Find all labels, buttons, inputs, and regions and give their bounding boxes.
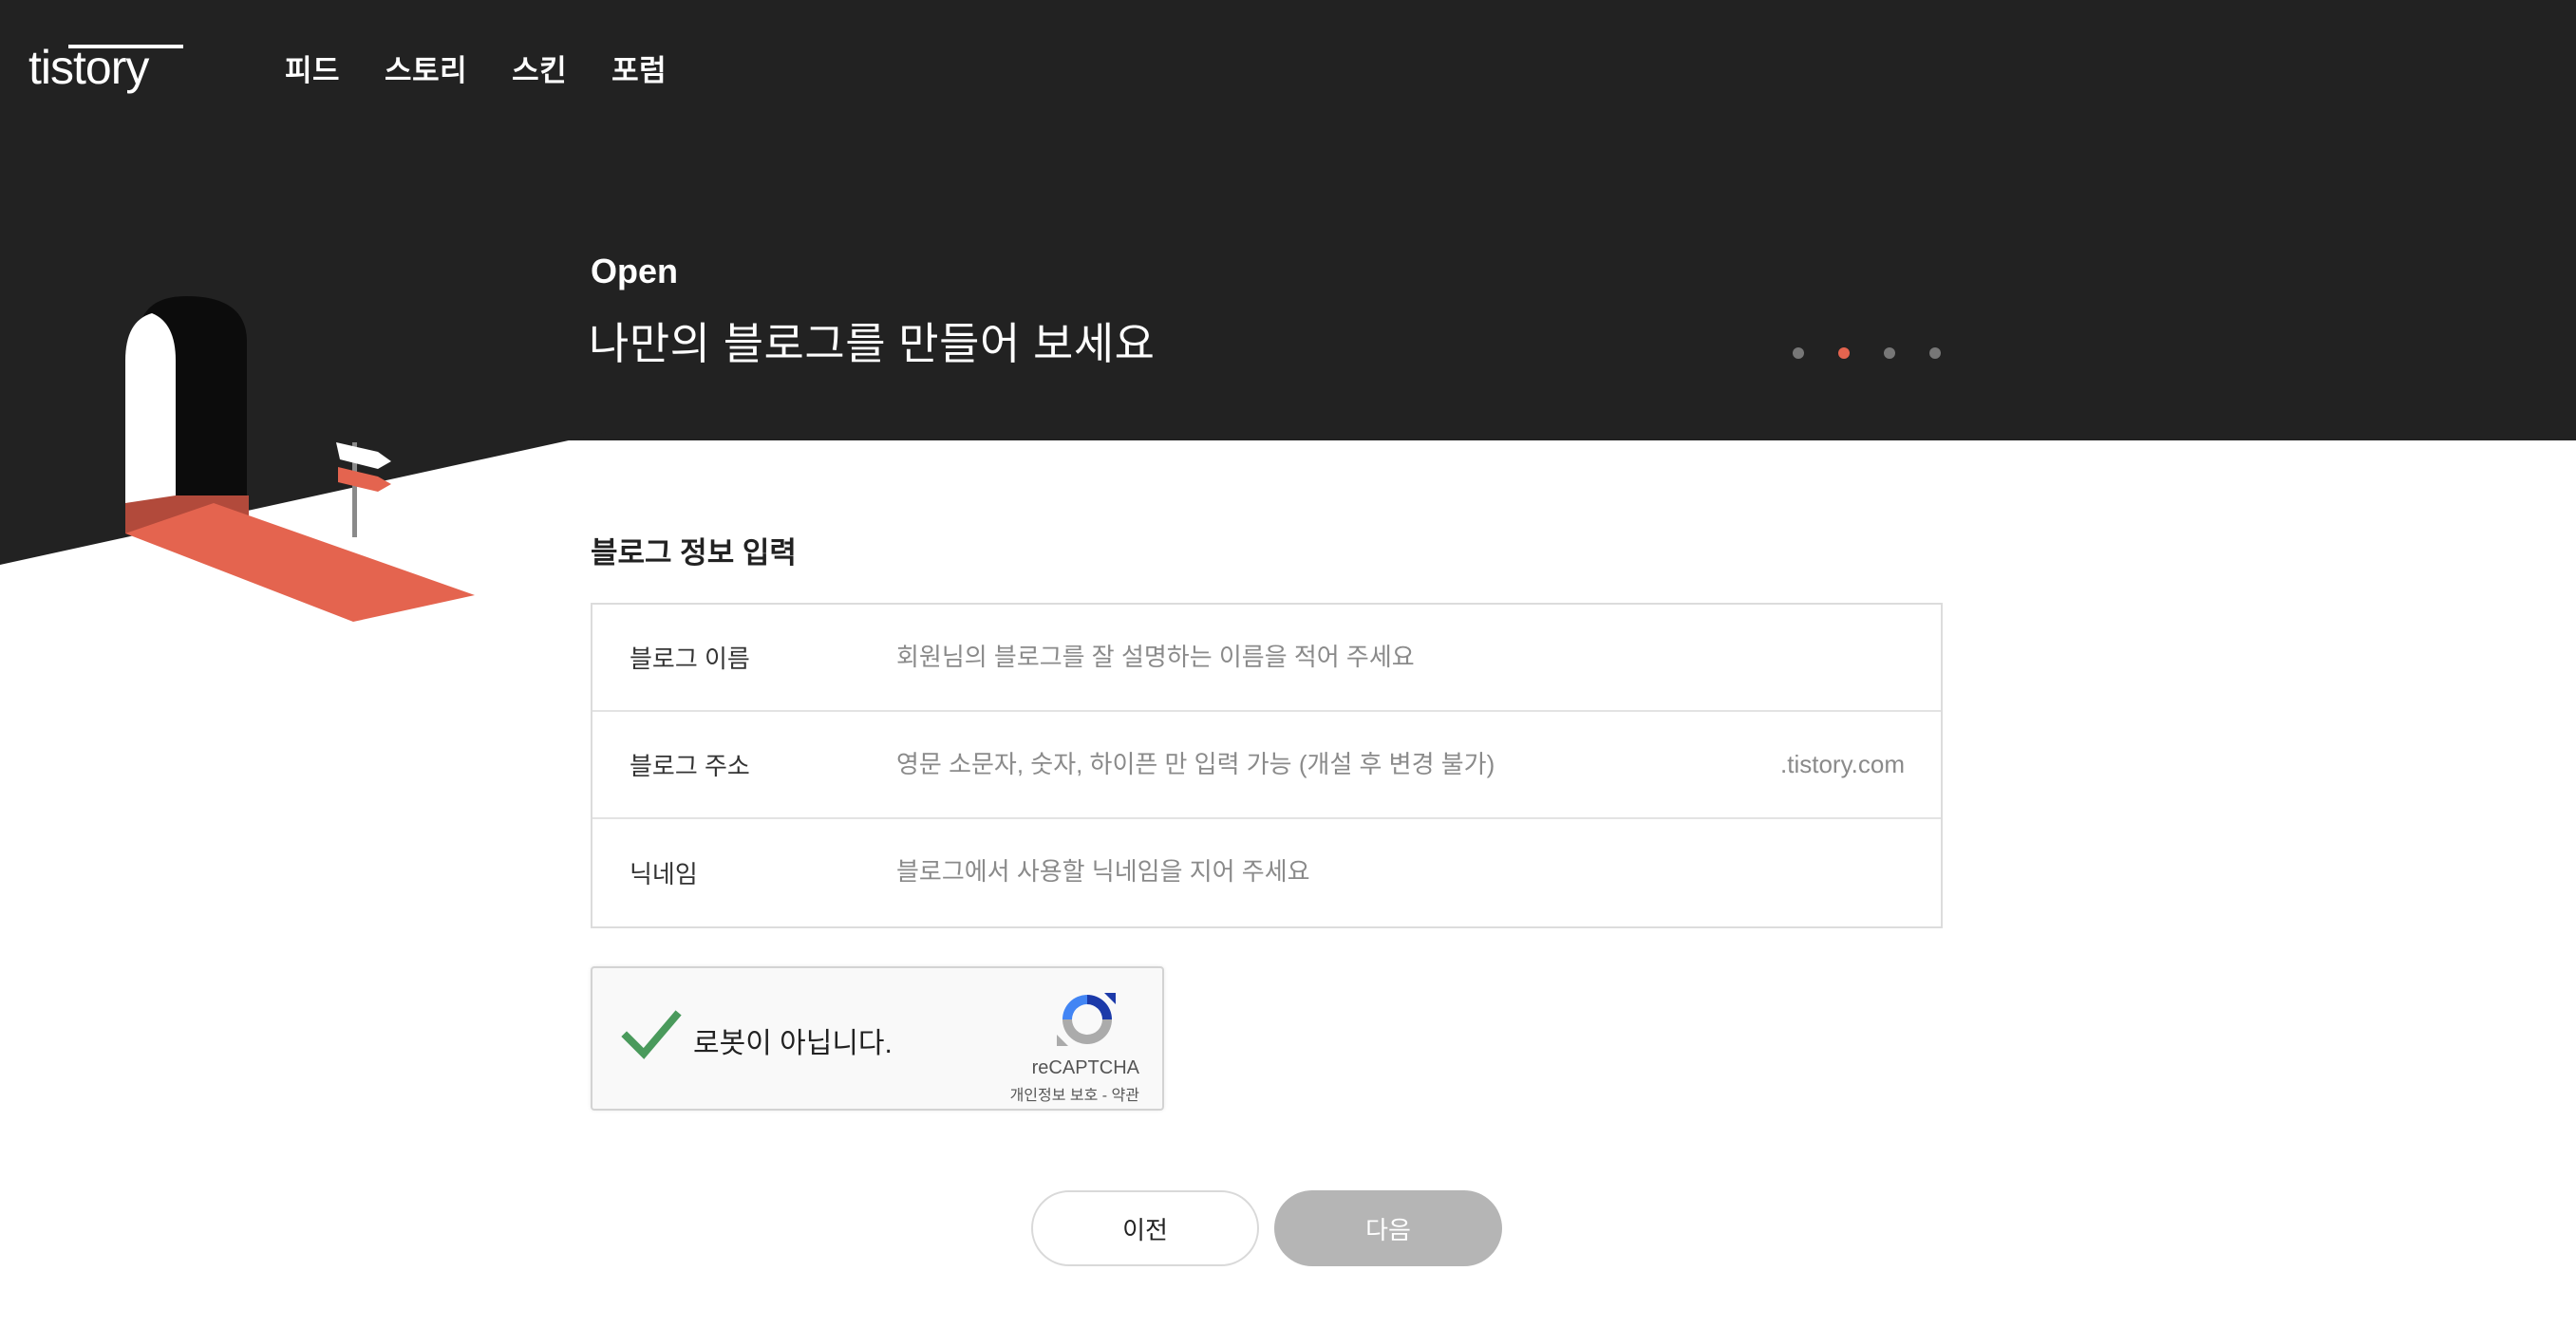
hero-headline: 나만의 블로그를 만들어 보세요 xyxy=(589,319,1156,368)
form-title: 블로그 정보 입력 xyxy=(591,536,797,570)
prev-button[interactable]: 이전 xyxy=(1031,1190,1259,1266)
blog-name-input[interactable] xyxy=(896,635,1846,679)
main-menu: 피드 스토리 스킨 포럼 xyxy=(285,49,667,93)
recaptcha-widget: 로봇이 아닙니다. reCAPTCHA 개인정보 보호 - 약관 xyxy=(591,966,1164,1111)
hero-eyebrow: Open xyxy=(591,252,679,290)
domain-suffix: .tistory.com xyxy=(1780,750,1905,778)
step-dot xyxy=(1884,347,1895,359)
recaptcha-logo-icon xyxy=(1057,993,1116,1046)
form-row-blog-name: 블로그 이름 xyxy=(592,605,1941,712)
step-dot xyxy=(1929,347,1941,359)
blog-address-input[interactable] xyxy=(896,742,1751,786)
terms-link[interactable]: 약관 xyxy=(1112,1088,1139,1104)
logo-mark: tistory xyxy=(28,41,183,94)
blog-info-form: 블로그 이름 블로그 주소 .tistory.com 닉네임 xyxy=(591,603,1943,928)
step-dot-active xyxy=(1838,347,1850,359)
nickname-label: 닉네임 xyxy=(630,860,698,888)
recaptcha-brand: reCAPTCHA xyxy=(1031,1057,1139,1078)
next-button[interactable]: 다음 xyxy=(1274,1190,1502,1266)
step-indicator xyxy=(1793,347,1941,359)
checkmark-icon[interactable] xyxy=(621,1004,682,1065)
nav-skin[interactable]: 스킨 xyxy=(512,49,567,93)
nav-story[interactable]: 스토리 xyxy=(385,49,467,93)
nav-feed[interactable]: 피드 xyxy=(285,49,340,93)
blog-address-label: 블로그 주소 xyxy=(630,752,750,780)
door-illustration xyxy=(125,296,475,622)
nickname-input[interactable] xyxy=(896,850,1846,893)
nav-forum[interactable]: 포럼 xyxy=(611,49,667,93)
step-dot xyxy=(1793,347,1804,359)
recaptcha-links: 개인정보 보호 - 약관 xyxy=(1010,1082,1139,1105)
form-row-nickname: 닉네임 xyxy=(592,819,1941,926)
logo-text: tistory xyxy=(28,41,149,94)
form-row-blog-address: 블로그 주소 .tistory.com xyxy=(592,712,1941,819)
recaptcha-label: 로봇이 아닙니다. xyxy=(693,1028,893,1059)
top-navigation: tistory 피드 스토리 스킨 포럼 xyxy=(0,0,2576,142)
blog-name-label: 블로그 이름 xyxy=(630,645,750,673)
tistory-logo[interactable]: tistory xyxy=(28,40,186,97)
link-separator: - xyxy=(1098,1088,1112,1104)
privacy-link[interactable]: 개인정보 보호 xyxy=(1010,1088,1099,1104)
